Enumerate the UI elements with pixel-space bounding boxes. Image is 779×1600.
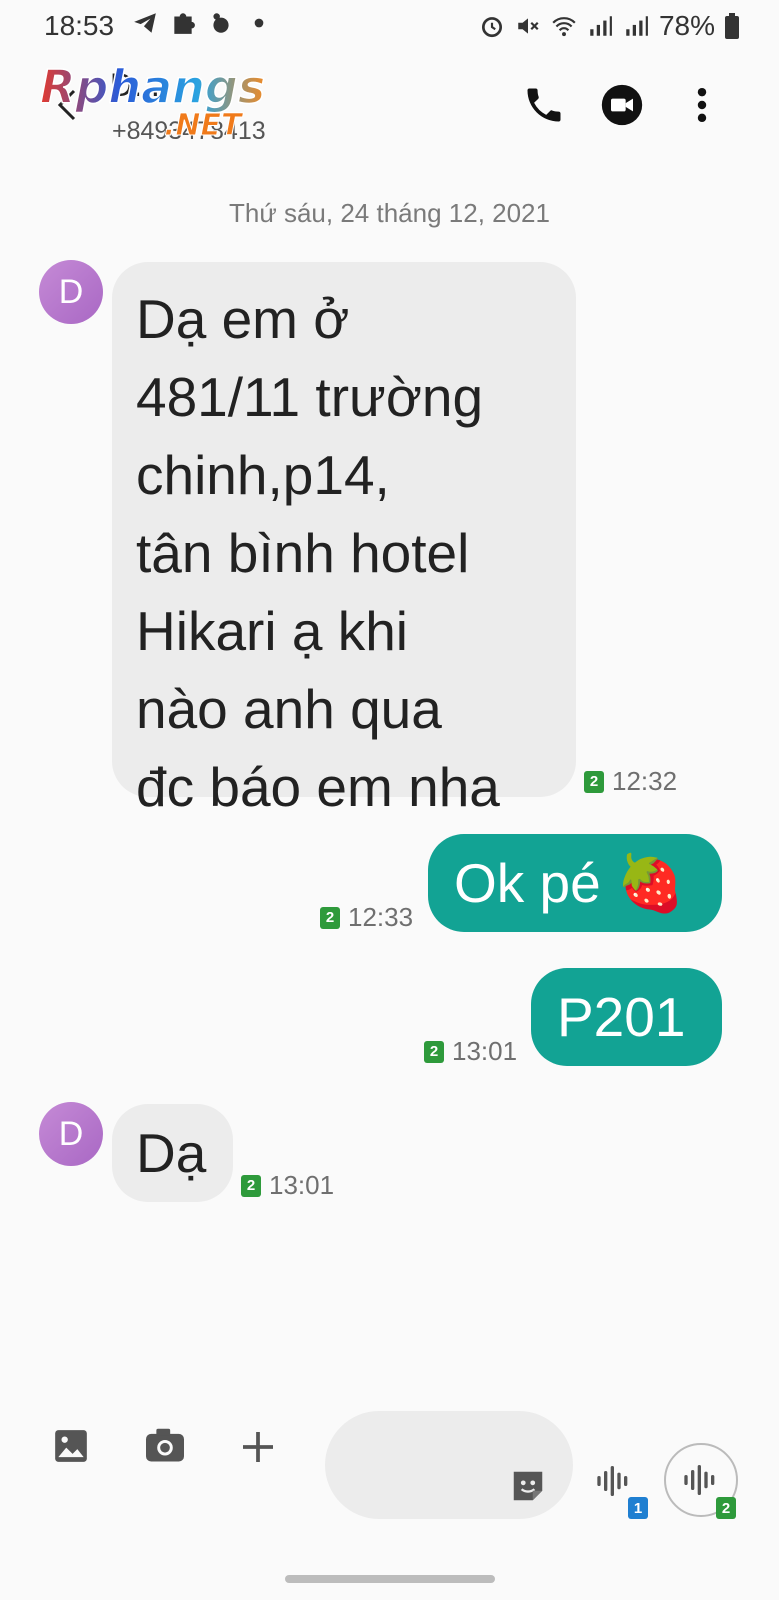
conversation-header: D... +8493478413 Rphangs .NET <box>0 55 779 155</box>
message-time: 12:32 <box>612 766 678 796</box>
message-time: 13:01 <box>269 1170 335 1200</box>
puzzle-icon <box>174 13 195 34</box>
avatar[interactable]: D <box>39 1102 103 1166</box>
mute-icon <box>518 18 539 34</box>
message-input[interactable] <box>325 1411 573 1519</box>
call-icon[interactable] <box>522 83 566 127</box>
telegram-icon <box>134 13 156 33</box>
watermark-logo: Rphangs .NET <box>39 59 266 143</box>
status-time: 18:53 <box>44 10 115 41</box>
message-text: Dạ em ở 481/11 trường chinh,p14, tân bìn… <box>136 288 500 818</box>
more-options-icon[interactable] <box>680 83 724 127</box>
signal-icon-1 <box>590 16 612 36</box>
sim-badge: 2 <box>424 1040 444 1063</box>
message-meta: 2 13:01 <box>424 1036 517 1067</box>
home-gesture-bar[interactable] <box>285 1575 495 1583</box>
message-bubble-incoming[interactable]: Dạ <box>112 1104 233 1202</box>
message-bubble-outgoing[interactable]: P201 <box>531 968 722 1066</box>
add-icon[interactable] <box>240 1429 276 1465</box>
message-meta: 2 13:01 <box>241 1170 334 1201</box>
status-bar: 18:53 78% <box>0 0 779 50</box>
message-meta: 2 12:32 <box>584 766 677 797</box>
message-bubble-incoming[interactable]: Dạ em ở 481/11 trường chinh,p14, tân bìn… <box>112 262 576 818</box>
message-text: P201 <box>557 986 686 1048</box>
sim-badge: 2 <box>320 906 340 929</box>
composer-bar: 1 2 <box>0 1405 779 1525</box>
squirrel-icon <box>213 13 229 33</box>
message-meta: 2 12:33 <box>320 902 413 933</box>
signal-icon-2 <box>626 16 648 36</box>
sim-badge: 2 <box>716 1497 736 1519</box>
wifi-icon <box>552 17 576 37</box>
message-bubble-outgoing[interactable]: Ok pé 🍓 <box>428 834 722 932</box>
battery-percent: 78% <box>658 10 715 41</box>
message-text: Ok pé 🍓 <box>454 852 685 914</box>
message-time: 12:33 <box>348 902 414 932</box>
sim-badge: 2 <box>584 770 604 793</box>
svg-text:.NET: .NET <box>164 108 244 143</box>
camera-icon[interactable] <box>144 1427 186 1465</box>
sim-badge: 1 <box>628 1497 648 1519</box>
message-time: 13:01 <box>452 1036 518 1066</box>
voice-wave-icon <box>684 1465 715 1495</box>
gallery-icon[interactable] <box>52 1427 90 1465</box>
svg-text:Rphangs: Rphangs <box>40 60 265 114</box>
battery-icon <box>725 13 739 39</box>
dot-icon <box>254 18 264 28</box>
message-text: Dạ <box>136 1122 207 1184</box>
video-call-icon[interactable] <box>600 83 644 127</box>
voice-message-sim1-icon[interactable] <box>594 1461 634 1501</box>
sticker-icon[interactable] <box>509 1467 547 1505</box>
date-separator: Thứ sáu, 24 tháng 12, 2021 <box>229 198 550 228</box>
avatar[interactable]: D <box>39 260 103 324</box>
sim-badge: 2 <box>241 1174 261 1197</box>
alarm-icon <box>481 17 502 38</box>
